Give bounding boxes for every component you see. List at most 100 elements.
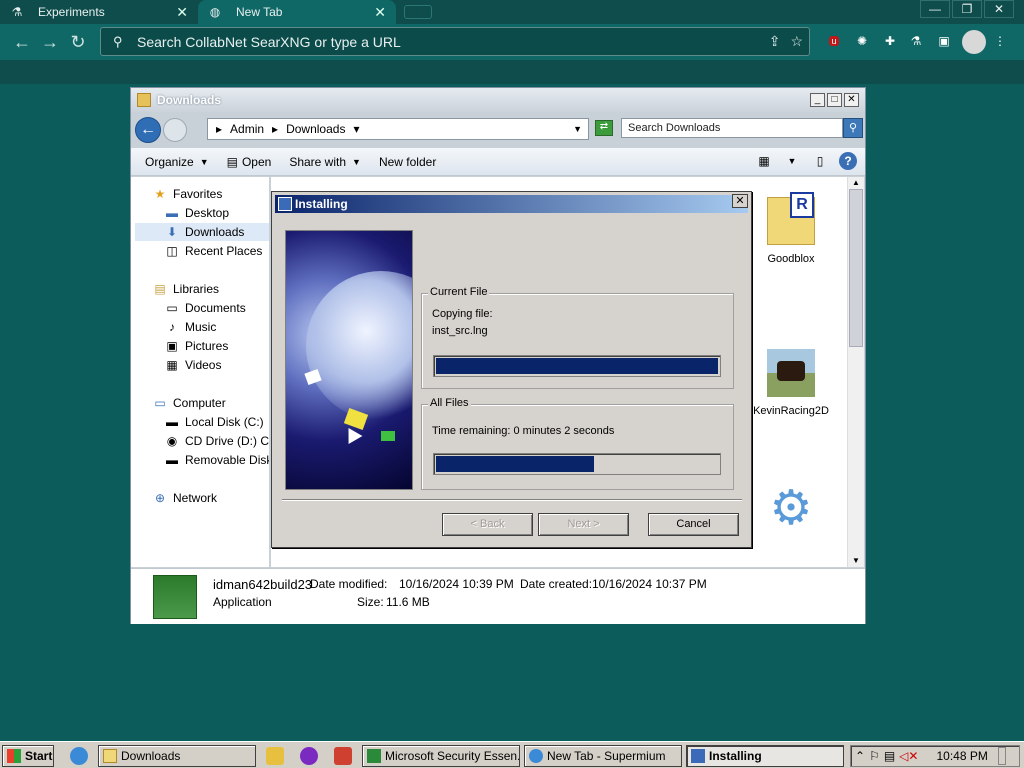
scroll-up-arrow-icon[interactable]: ▲ [849,177,863,189]
nav-downloads[interactable]: ⬇ Downloads [135,223,269,241]
task-security-essentials[interactable]: Microsoft Security Essen... [362,745,520,767]
details-pane: idman642build23 Application Date modifie… [131,568,865,624]
maximize-button[interactable]: □ [827,93,842,107]
minimize-button[interactable]: _ [810,93,825,107]
nav-label: Documents [185,301,246,315]
flask-icon[interactable]: ⚗ [906,31,926,51]
dialog-title-bar[interactable]: Installing [275,195,748,213]
help-icon[interactable]: ? [839,152,857,170]
all-files-progress [433,453,721,475]
breadcrumb-downloads[interactable]: Downloads [286,122,345,136]
nav-label: Desktop [185,206,230,220]
nav-videos[interactable]: ▦ Videos [165,356,221,374]
nav-label: Recent Places [185,244,263,258]
nav-libraries[interactable]: ▤ Libraries [153,280,219,298]
close-button[interactable]: ✕ [984,0,1014,18]
nav-computer[interactable]: ▭ Computer [153,394,226,412]
share-icon[interactable]: ⇪ [769,33,781,50]
next-button[interactable]: Next > [538,513,629,536]
clock[interactable]: 10:48 PM [936,749,987,763]
file-settings-app[interactable]: ⚙ [745,473,837,545]
nav-cd-drive[interactable]: ◉ CD Drive (D:) CDR [165,432,269,450]
new-folder-button[interactable]: New folder [379,155,436,169]
fox-app-icon[interactable] [334,747,352,765]
sidebar-icon[interactable]: ▣ [934,31,954,51]
open-button[interactable]: ▤ Open [227,155,272,169]
nav-network[interactable]: ⊕ Network [153,489,217,507]
tab-experiments[interactable]: ⚗ Experiments ✕ [0,0,198,24]
back-button[interactable]: < Back [442,513,533,536]
forward-arrow-icon[interactable] [163,118,187,142]
explorer-title: Downloads [157,93,222,107]
nav-removable-disk[interactable]: ▬ Removable Disk (E [165,451,269,469]
scroll-thumb[interactable] [849,189,863,347]
kebab-menu-icon[interactable]: ⋮ [990,31,1010,51]
new-tab-button[interactable] [404,5,432,19]
shield-icon [367,749,381,763]
group-title: Current File [428,286,490,298]
start-button[interactable]: Start [2,745,54,767]
breadcrumb[interactable]: ▸ Admin ▸ Downloads ▾ ▼ [207,118,589,140]
network-tray-icon[interactable]: ▤ [884,749,895,763]
volume-muted-icon[interactable]: ◁✕ [899,749,918,763]
refresh-icon[interactable]: ⇄ [595,120,613,136]
show-desktop-button[interactable] [997,747,1006,765]
profile-avatar[interactable] [962,30,986,54]
preview-pane-icon[interactable]: ▯ [811,152,829,170]
search-input[interactable]: Search Downloads [621,118,843,138]
nav-pictures[interactable]: ▣ Pictures [165,337,228,355]
nav-label: Computer [173,396,226,410]
address-dropdown-icon[interactable]: ▼ [573,124,582,134]
purple-app-icon[interactable] [300,747,318,765]
explorer-title-bar[interactable]: Downloads [131,88,865,112]
cancel-button[interactable]: Cancel [648,513,739,536]
vertical-scrollbar[interactable]: ▲ ▼ [847,177,864,567]
view-options-icon[interactable]: ▦ [755,152,773,170]
search-icon[interactable]: ⚲ [843,118,863,138]
nav-favorites[interactable]: ★ Favorites [153,185,223,203]
nav-documents[interactable]: ▭ Documents [165,299,246,317]
reload-icon[interactable]: ↻ [68,32,88,52]
close-icon[interactable]: ✕ [732,194,748,208]
nav-recent-places[interactable]: ◫ Recent Places [165,242,262,260]
window-controls: — ❐ ✕ [918,0,1014,18]
share-with-menu[interactable]: Share with ▼ [289,155,361,169]
tab-close-icon[interactable]: ✕ [374,4,386,21]
minimize-button[interactable]: — [920,0,950,18]
organize-menu[interactable]: Organize ▼ [145,155,209,169]
back-arrow-icon[interactable]: ← [12,32,32,52]
ie-icon[interactable] [70,747,88,765]
tab-new-tab[interactable]: ◍ New Tab ✕ [198,0,396,24]
chevron-down-icon: ▼ [199,156,209,167]
details-modified-value: 10/16/2024 10:39 PM [399,577,514,591]
pictures-icon: ▣ [166,339,178,353]
task-new-tab-supermium[interactable]: New Tab - Supermium [524,745,682,767]
task-label: Installing [709,749,762,763]
chevron-up-icon[interactable]: ⌃ [855,749,865,763]
nav-music[interactable]: ♪ Music [165,318,216,336]
ublock-icon[interactable]: u [824,31,844,51]
back-arrow-icon[interactable]: ← [135,117,161,143]
breadcrumb-admin[interactable]: Admin [230,122,264,136]
file-goodblox[interactable]: R Goodblox [745,185,837,265]
cookie-icon[interactable]: ✺ [852,31,872,51]
bookmark-star-icon[interactable]: ☆ [790,33,803,50]
nav-desktop[interactable]: ▬ Desktop [165,204,229,222]
file-kevinracing2d[interactable]: KevinRacing2D [745,337,837,417]
puzzle-extensions-icon[interactable]: ✚ [880,31,900,51]
task-installing[interactable]: Installing [686,745,844,767]
address-bar[interactable]: ⚲ Search CollabNet SearXNG or type a URL… [100,27,810,56]
copying-file: inst_src.lng [432,325,488,337]
flag-icon[interactable]: ⚐ [869,749,880,763]
navigation-pane: ★ Favorites ▬ Desktop ⬇ Downloads ◫ Recent P… [131,177,269,567]
nav-local-disk[interactable]: ▬ Local Disk (C:) [165,413,264,431]
close-button[interactable]: ✕ [844,93,859,107]
forward-arrow-icon[interactable]: → [40,32,60,52]
tab-close-icon[interactable]: ✕ [176,4,188,21]
task-downloads[interactable]: Downloads [98,745,256,767]
media-player-icon[interactable] [266,747,284,765]
chevron-down-icon[interactable]: ▾ [353,122,359,136]
restore-button[interactable]: ❐ [952,0,982,18]
chevron-down-icon[interactable]: ▼ [783,152,801,170]
scroll-down-arrow-icon[interactable]: ▼ [849,555,863,567]
